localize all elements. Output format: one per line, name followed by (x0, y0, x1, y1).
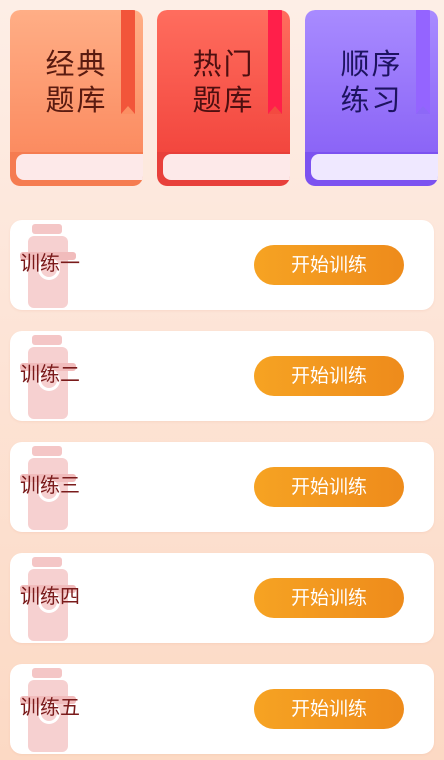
training-label: 训练一 (20, 251, 80, 275)
book-grid: 经典 题库 热门 题库 顺序 练习 (10, 10, 438, 186)
book-title: 热门 题库 (192, 47, 255, 117)
book-title: 经典 题库 (45, 47, 108, 117)
book-title: 顺序 练习 (340, 47, 403, 117)
training-card: 训练二 开始训练 (10, 331, 434, 421)
training-card: 训练三 开始训练 (10, 442, 434, 532)
book-hot-question-bank[interactable]: 热门 题库 (157, 10, 290, 186)
book-classic-question-bank[interactable]: 经典 题库 (10, 10, 143, 186)
book-pages (16, 154, 143, 180)
start-training-button[interactable]: 开始训练 (254, 356, 404, 396)
training-label: 训练二 (20, 362, 80, 386)
training-card: 训练一 开始训练 (10, 220, 434, 310)
start-training-button[interactable]: 开始训练 (254, 689, 404, 729)
start-training-button[interactable]: 开始训练 (254, 245, 404, 285)
training-label: 训练五 (20, 695, 80, 719)
start-training-button[interactable]: 开始训练 (254, 467, 404, 507)
book-sequential-practice[interactable]: 顺序 练习 (305, 10, 438, 186)
book-pages (163, 154, 290, 180)
training-label: 训练四 (20, 584, 80, 608)
book-pages (311, 154, 438, 180)
start-training-button[interactable]: 开始训练 (254, 578, 404, 618)
training-card: 训练四 开始训练 (10, 553, 434, 643)
watermark: 华创应用 • HUACHUANGZS.COM (105, 732, 369, 751)
training-list: 训练一 开始训练 训练二 开始训练 训练三 开始训练 训练四 开始训练 训练五 … (10, 220, 434, 760)
training-label: 训练三 (20, 473, 80, 497)
